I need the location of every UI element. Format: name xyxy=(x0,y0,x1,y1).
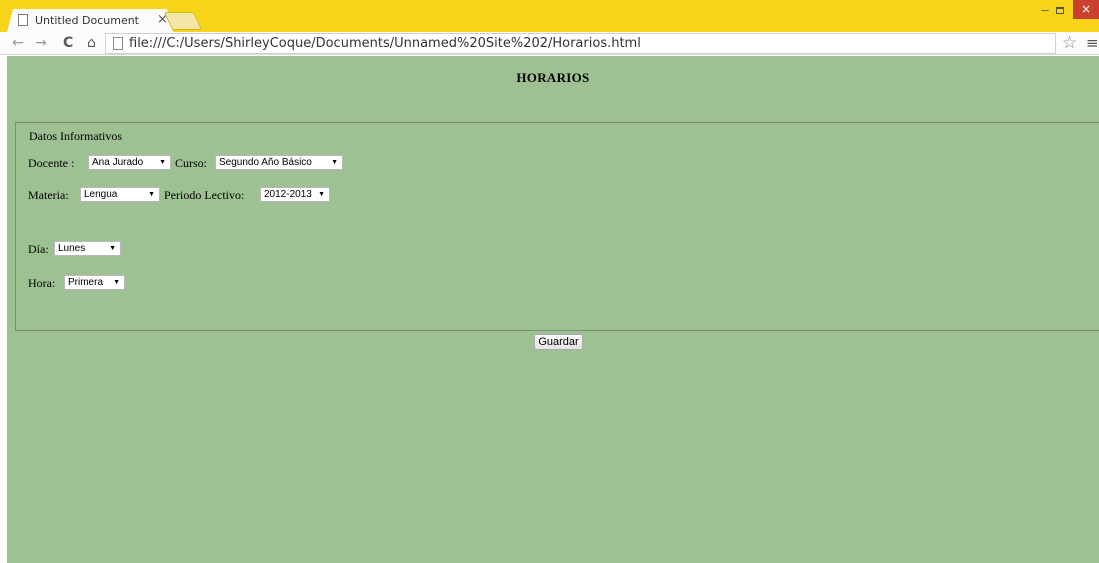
chevron-down-icon: ▼ xyxy=(159,159,166,166)
form-fieldset: Datos Informativos Docente : Ana Jurado … xyxy=(15,122,1099,331)
chevron-down-icon: ▼ xyxy=(148,191,155,198)
page-content: HORARIOS Datos Informativos Docente : An… xyxy=(7,56,1099,563)
periodo-value: 2012-2013 xyxy=(264,189,312,200)
reload-icon[interactable]: C xyxy=(63,33,73,53)
home-icon[interactable]: ⌂ xyxy=(87,33,96,53)
materia-value: Lengua xyxy=(84,189,118,200)
dia-select[interactable]: Lunes ▼ xyxy=(54,241,121,256)
back-arrow-icon[interactable]: ← xyxy=(12,33,24,53)
curso-label: Curso: xyxy=(175,156,208,170)
forward-arrow-icon[interactable]: → xyxy=(35,33,47,53)
periodo-label: Periodo Lectivo: xyxy=(164,188,245,202)
hora-value: Primera xyxy=(68,277,104,288)
periodo-select[interactable]: 2012-2013 ▼ xyxy=(260,187,330,202)
fieldset-legend: Datos Informativos xyxy=(29,129,122,143)
restore-icon xyxy=(1056,7,1064,14)
hora-label: Hora: xyxy=(28,276,56,290)
address-bar[interactable]: file:///C:/Users/ShirleyCoque/Documents/… xyxy=(105,33,1056,54)
materia-label: Materia: xyxy=(28,188,69,202)
hora-select[interactable]: Primera ▼ xyxy=(64,275,125,290)
tab-title: Untitled Document xyxy=(35,14,139,27)
materia-select[interactable]: Lengua ▼ xyxy=(80,187,160,202)
chevron-down-icon: ▼ xyxy=(109,245,116,252)
page-icon xyxy=(113,37,123,50)
save-button[interactable]: Guardar xyxy=(534,334,583,350)
curso-value: Segundo Año Básico xyxy=(219,157,312,168)
browser-window: Untitled Document × – × ← → C ⌂ file:///… xyxy=(0,0,1099,563)
docente-label: Docente : xyxy=(28,156,75,170)
page-title: HORARIOS xyxy=(516,70,590,85)
page-icon xyxy=(18,14,28,26)
browser-tab[interactable]: Untitled Document × xyxy=(7,9,173,32)
close-window-button[interactable]: × xyxy=(1073,0,1099,19)
menu-icon[interactable]: ≡ xyxy=(1086,32,1099,54)
title-bar: Untitled Document × – × xyxy=(0,0,1099,32)
chevron-down-icon: ▼ xyxy=(331,159,338,166)
url-text[interactable]: file:///C:/Users/ShirleyCoque/Documents/… xyxy=(129,35,641,53)
chevron-down-icon: ▼ xyxy=(113,279,120,286)
curso-select[interactable]: Segundo Año Básico ▼ xyxy=(215,155,343,170)
docente-select[interactable]: Ana Jurado ▼ xyxy=(88,155,171,170)
star-icon[interactable]: ☆ xyxy=(1062,32,1077,54)
browser-toolbar: ← → C ⌂ file:///C:/Users/ShirleyCoque/Do… xyxy=(0,32,1099,55)
docente-value: Ana Jurado xyxy=(92,157,144,168)
dia-value: Lunes xyxy=(58,243,86,254)
restore-button[interactable] xyxy=(1050,1,1070,19)
chevron-down-icon: ▼ xyxy=(318,191,325,198)
dia-label: Día: xyxy=(28,242,49,256)
